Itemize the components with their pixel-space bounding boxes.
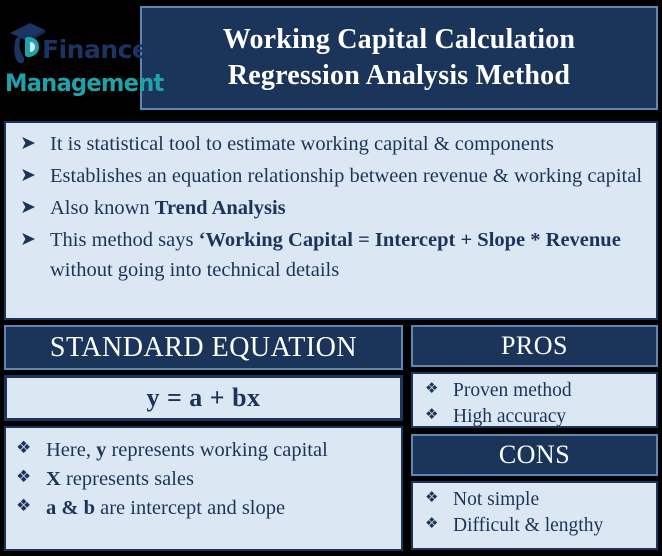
bullet-marker-icon: ❖ <box>425 404 439 423</box>
bullet-marker-icon: ❖ <box>425 379 439 397</box>
pros-cons-column: PROS ❖ Proven method ❖ High accuracy CONS ❖… <box>411 325 658 550</box>
pros-item: ❖ High accuracy <box>425 404 650 430</box>
pros-list: ❖ Proven method ❖ High accuracy <box>425 378 650 429</box>
bullet-marker-icon: ➤ <box>20 163 36 186</box>
bullet-text-emphasis: ‘Working Capital = Intercept + Slope * R… <box>198 228 621 251</box>
intro-bullet-item: ➤ Establishes an equation relationship be… <box>18 162 646 192</box>
bullet-text: High accuracy <box>453 405 567 427</box>
intro-bullet-list: ➤ It is statistical tool to estimate work… <box>18 130 646 286</box>
equation-note-item: ❖ Here, y represents working capital <box>16 436 393 465</box>
page-title-line-1: Working Capital Calculation <box>222 24 576 56</box>
standard-equation-header-label: STANDARD EQUATION <box>49 331 358 363</box>
bullet-marker-icon: ➤ <box>20 132 36 154</box>
bullet-text-emphasis: a & b <box>46 497 95 520</box>
equation-text: y = a + bx <box>146 383 261 412</box>
bullet-text: are intercept and slope <box>94 497 286 520</box>
bullet-marker-icon: ➤ <box>20 227 36 250</box>
cons-item: ❖ Not simple <box>425 487 650 513</box>
bullet-text-emphasis: Trend Analysis <box>154 196 286 219</box>
bullet-text: Not simple <box>453 489 540 510</box>
bullet-text: This method says <box>50 228 199 251</box>
bullet-text: Also known <box>50 196 155 219</box>
standard-equation-header: STANDARD EQUATION <box>4 325 403 370</box>
page-title-line-2: Regression Analysis Method <box>227 60 571 91</box>
pros-panel: ❖ Proven method ❖ High accuracy <box>411 372 658 428</box>
cons-header-label: CONS <box>498 440 571 469</box>
bullet-text: Establishes an equation relationship bet… <box>50 164 643 187</box>
bullet-marker-icon: ➤ <box>20 195 36 218</box>
bullet-marker-icon: ❖ <box>425 513 439 532</box>
cons-panel: ❖ Not simple ❖ Difficult & lengthy <box>411 481 658 550</box>
cons-item: ❖ Difficult & lengthy <box>425 513 650 539</box>
bullet-marker-icon: ❖ <box>425 488 439 506</box>
header: Finance Management Working Capital Calcu… <box>0 0 662 116</box>
bullet-text: represents sales <box>60 468 195 491</box>
pros-item: ❖ Proven method <box>425 378 650 404</box>
equation-box: y = a + bx <box>4 375 403 421</box>
bullet-text: represents working capital <box>106 439 328 461</box>
bottom-section: STANDARD EQUATION y = a + bx ❖ Here, y re… <box>0 325 662 556</box>
bullet-text-emphasis: X <box>46 468 61 491</box>
infographic-page: Finance Management Working Capital Calcu… <box>0 0 662 556</box>
bullet-marker-icon: ❖ <box>16 438 32 458</box>
cons-list: ❖ Not simple ❖ Difficult & lengthy <box>425 487 650 538</box>
intro-bullet-item: ➤ It is statistical tool to estimate work… <box>18 130 646 160</box>
equation-note-item: ❖ a & b are intercept and slope <box>16 494 393 523</box>
pros-header: PROS <box>411 325 658 367</box>
logo-text-management: Management <box>5 68 164 97</box>
intro-bullet-item: ➤ Also known Trend Analysis <box>18 194 646 224</box>
page-title: Working Capital Calculation Regression A… <box>140 6 658 110</box>
bullet-text: Difficult & lengthy <box>453 514 604 536</box>
standard-equation-column: STANDARD EQUATION y = a + bx ❖ Here, y re… <box>4 325 403 551</box>
pros-header-label: PROS <box>500 331 569 360</box>
intro-bullet-item: ➤ This method says ‘Working Capital = Int… <box>18 226 646 286</box>
brand-logo: Finance Management <box>0 0 164 116</box>
equation-notes-list: ❖ Here, y represents working capital ❖ X re… <box>16 436 393 523</box>
logo-text-finance: Finance <box>42 34 149 64</box>
bullet-text: It is statistical tool to estimate worki… <box>50 133 554 155</box>
equation-notes-panel: ❖ Here, y represents working capital ❖ X re… <box>4 426 403 551</box>
bullet-text: Here, <box>46 439 97 461</box>
cons-header: CONS <box>411 434 658 476</box>
bullet-marker-icon: ❖ <box>16 467 32 488</box>
bullet-marker-icon: ❖ <box>16 496 32 517</box>
equation-note-item: ❖ X represents sales <box>16 465 393 494</box>
logo-top-row: Finance <box>4 22 154 68</box>
bullet-text: without going into technical details <box>50 258 340 281</box>
bullet-text-emphasis: y <box>96 439 107 461</box>
bullet-text: Proven method <box>453 380 572 401</box>
intro-panel: ➤ It is statistical tool to estimate work… <box>4 121 658 320</box>
